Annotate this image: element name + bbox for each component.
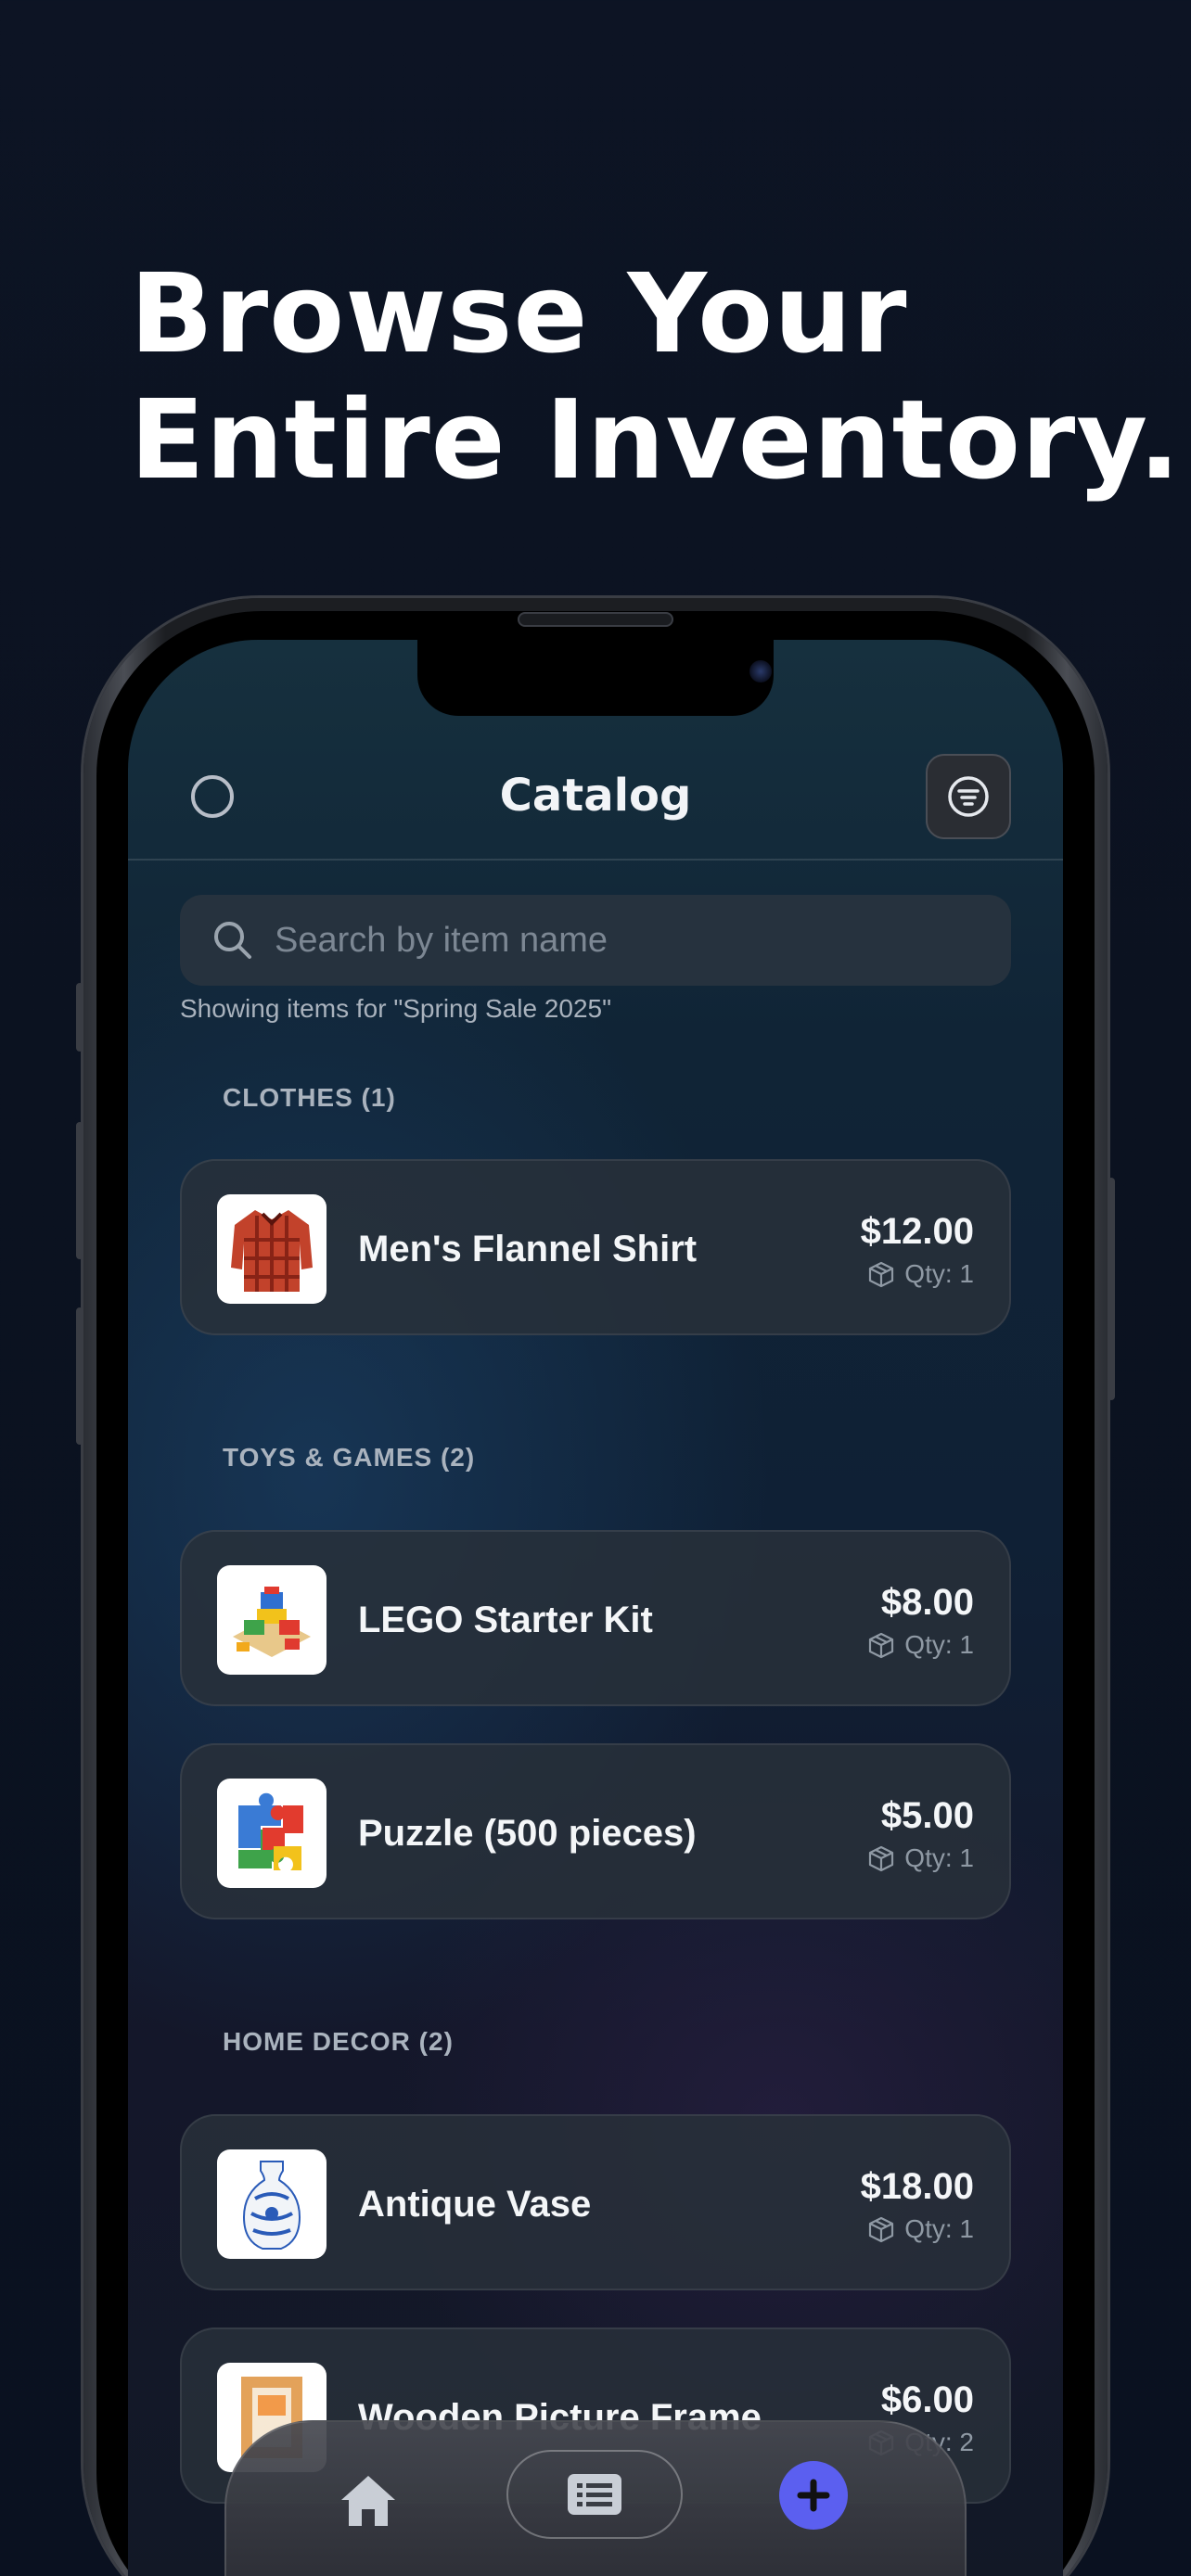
item-price: $18.00	[860, 2166, 974, 2207]
item-name: Antique Vase	[358, 2183, 592, 2225]
item-price: $8.00	[880, 1582, 974, 1623]
headline: Browse Your Entire Inventory.	[130, 250, 1181, 503]
add-item-button[interactable]	[779, 2461, 848, 2530]
search-input[interactable]: Search by item name	[275, 921, 608, 961]
item-price: $6.00	[880, 2379, 974, 2420]
item-name: Puzzle (500 pieces)	[358, 1812, 697, 1854]
home-icon	[341, 2476, 395, 2526]
list-icon	[568, 2474, 621, 2515]
box-icon	[869, 1845, 894, 1872]
flannel-shirt-image	[217, 1194, 327, 1304]
item-qty-label: Qty: 1	[904, 1259, 974, 1288]
item-price: $12.00	[860, 1211, 974, 1252]
mute-switch	[76, 983, 83, 1052]
page-title: Catalog	[499, 770, 692, 822]
filter-icon	[948, 776, 989, 817]
volume-down-button	[76, 1307, 83, 1445]
section-header-toys-games: TOYS & GAMES (2)	[223, 1443, 476, 1472]
vase-image	[217, 2149, 327, 2259]
box-icon	[869, 1261, 894, 1288]
search-icon	[214, 922, 251, 959]
filter-button[interactable]	[926, 754, 1011, 839]
front-camera	[749, 660, 772, 682]
item-qty-label: Qty: 1	[904, 1630, 974, 1659]
list-item[interactable]: LEGO Starter Kit $8.00 Qty: 1	[180, 1530, 1011, 1706]
item-price: $5.00	[880, 1795, 974, 1836]
item-qty-label: Qty: 1	[904, 2214, 974, 2243]
item-quantity: Qty: 1	[867, 2214, 974, 2244]
power-button	[1108, 1178, 1115, 1400]
item-name: LEGO Starter Kit	[358, 1599, 653, 1640]
tab-home[interactable]	[336, 2468, 401, 2533]
speaker-grille	[518, 612, 673, 627]
plus-icon	[797, 2479, 830, 2512]
lego-image	[217, 1565, 327, 1675]
headline-line-2: Entire Inventory.	[130, 376, 1182, 504]
box-icon	[869, 2216, 894, 2243]
list-item[interactable]: Antique Vase $18.00 Qty: 1	[180, 2114, 1011, 2290]
app-screen: Catalog Search by item name Showing item…	[128, 640, 1063, 2576]
volume-up-button	[76, 1122, 83, 1259]
headline-line-1: Browse Your	[130, 249, 908, 377]
box-icon	[869, 1632, 894, 1659]
list-item[interactable]: Puzzle (500 pieces) $5.00 Qty: 1	[180, 1743, 1011, 1919]
tab-bar	[224, 2420, 967, 2576]
item-quantity: Qty: 1	[867, 1843, 974, 1873]
notch	[417, 640, 774, 716]
item-quantity: Qty: 1	[867, 1630, 974, 1660]
sale-filter-caption: Showing items for "Spring Sale 2025"	[180, 994, 612, 1023]
tab-catalog[interactable]	[506, 2450, 683, 2539]
search-bar[interactable]: Search by item name	[180, 895, 1011, 986]
list-item[interactable]: Men's Flannel Shirt $12.00 Qty: 1	[180, 1159, 1011, 1335]
puzzle-image	[217, 1779, 327, 1888]
item-quantity: Qty: 1	[867, 1259, 974, 1289]
section-header-home-decor: HOME DECOR (2)	[223, 2027, 454, 2056]
section-header-clothes: CLOTHES (1)	[223, 1083, 396, 1112]
item-name: Men's Flannel Shirt	[358, 1228, 698, 1269]
nav-bar: Catalog	[128, 751, 1063, 861]
item-qty-label: Qty: 1	[904, 1843, 974, 1872]
